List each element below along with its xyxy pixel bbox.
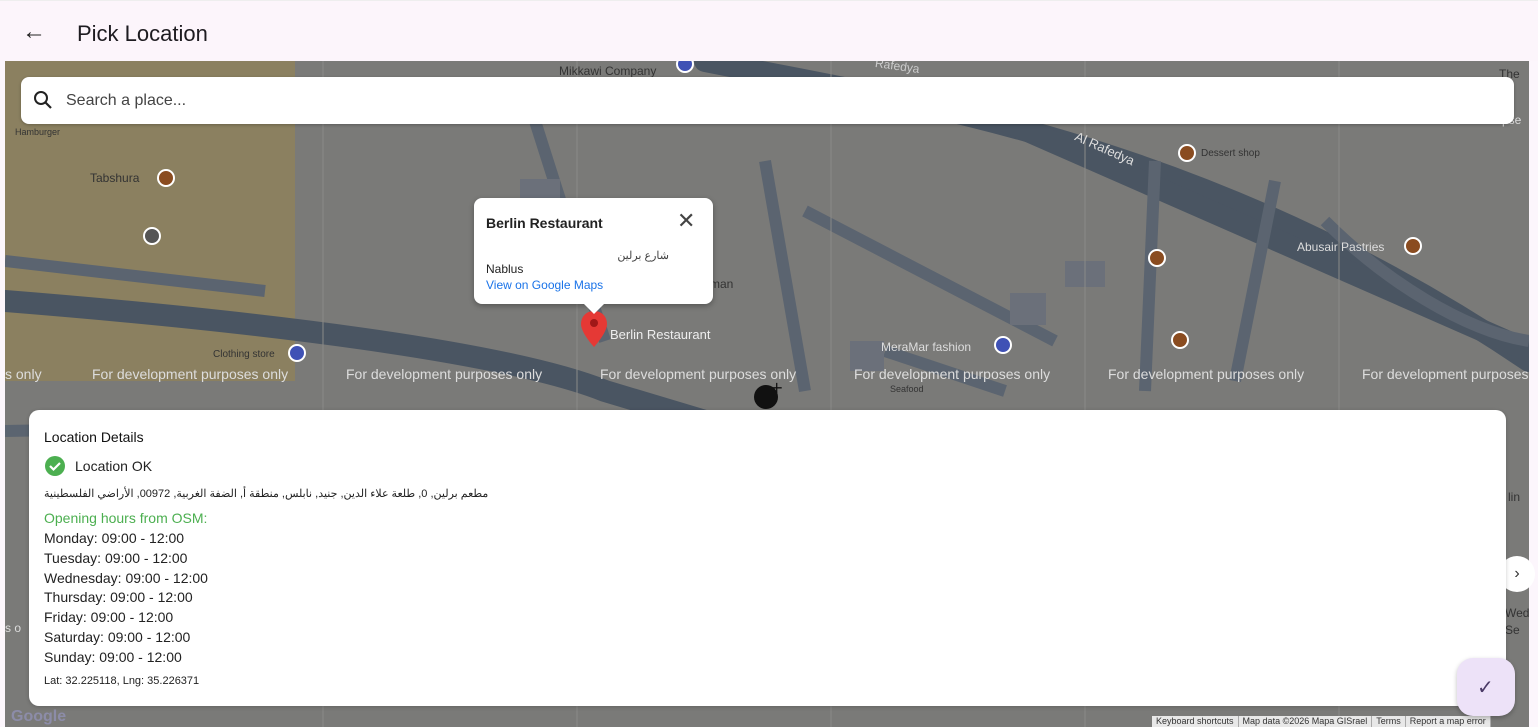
map-footer: Keyboard shortcuts Map data ©2026 Mapa G…: [1152, 716, 1491, 727]
map-label-clothing: Clothing store: [213, 349, 275, 360]
hours-saturday: Saturday: 09:00 - 12:00: [44, 628, 191, 645]
map-label-s-o: s o: [5, 621, 22, 635]
full-address: مطعم برلين, 0, طلعة علاء الدين, جنيد, نا…: [44, 488, 489, 500]
pastry-poi-icon[interactable]: [1404, 237, 1422, 255]
map-data-text: Map data ©2026 Mapa GISrael: [1239, 716, 1373, 727]
map-label-seafood: Seafood: [890, 384, 924, 394]
map-label-wed: Wed: [1505, 606, 1529, 620]
map-label-meramar: MeraMar fashion: [881, 340, 972, 354]
hours-thursday: Thursday: 09:00 - 12:00: [44, 589, 193, 606]
map-label-hamburger: Hamburger: [15, 127, 61, 137]
map-label-marker: Berlin Restaurant: [610, 327, 711, 342]
terms-link[interactable]: Terms: [1372, 716, 1406, 727]
map-label-se: Se: [1505, 623, 1520, 637]
check-icon: ✓: [1477, 677, 1494, 699]
map-label-tabshura: Tabshura: [90, 171, 140, 185]
opening-hours-title: Opening hours from OSM:: [44, 510, 208, 526]
location-details-panel: Location Details Location OK مطعم برلين,…: [29, 410, 1506, 706]
dev-watermark: s only: [5, 366, 42, 382]
info-address: شارع برلين: [617, 250, 669, 262]
map-label-dessert: Dessert shop: [1201, 148, 1260, 159]
shop-poi-icon[interactable]: [288, 344, 306, 362]
dev-watermark: For development purposes only: [92, 366, 289, 382]
back-arrow-icon[interactable]: ←: [22, 20, 46, 45]
search-input[interactable]: [64, 85, 1468, 117]
dessert-poi-icon[interactable]: [1178, 144, 1196, 162]
search-icon: [34, 91, 52, 109]
close-icon[interactable]: ✕: [677, 208, 695, 234]
opening-hours-list: Monday: 09:00 - 12:00 Tuesday: 09:00 - 1…: [44, 529, 208, 668]
location-pin-icon[interactable]: [581, 311, 607, 347]
keyboard-shortcuts-link[interactable]: Keyboard shortcuts: [1152, 716, 1239, 727]
view-on-google-maps-link[interactable]: View on Google Maps: [486, 278, 603, 292]
page-title: Pick Location: [77, 21, 208, 46]
confirm-button[interactable]: ✓: [1457, 658, 1515, 716]
dev-watermark: For development purposes only: [1108, 366, 1305, 382]
restaurant-poi-icon[interactable]: [157, 169, 175, 187]
map-label-lin: lin: [1508, 490, 1521, 504]
food-poi-icon[interactable]: [1171, 331, 1189, 349]
hours-wednesday: Wednesday: 09:00 - 12:00: [44, 569, 208, 586]
details-heading: Location Details: [44, 429, 144, 445]
map-label-mikkawi: Mikkawi Company: [559, 64, 657, 78]
dev-watermark: For development purposes only: [854, 366, 1051, 382]
hours-monday: Monday: 09:00 - 12:00: [44, 530, 185, 546]
hours-tuesday: Tuesday: 09:00 - 12:00: [44, 549, 188, 566]
add-place-icon[interactable]: +: [750, 379, 784, 411]
search-bar[interactable]: [21, 77, 1514, 124]
report-error-link[interactable]: Report a map error: [1406, 716, 1491, 727]
info-window: Berlin Restaurant ✕ شارع برلين Nablus Vi…: [474, 198, 713, 314]
google-logo: Google: [11, 708, 67, 725]
info-title: Berlin Restaurant: [486, 215, 603, 231]
map-label-abusair: Abusair Pastries: [1297, 240, 1385, 254]
app-bar: ← Pick Location: [0, 0, 1538, 61]
status-text: Location OK: [75, 458, 153, 474]
fashion-poi-icon[interactable]: [994, 336, 1012, 354]
dev-watermark: For development purposes only: [1362, 366, 1529, 382]
place-poi-icon[interactable]: [143, 227, 161, 245]
cafe-poi-icon[interactable]: [1148, 249, 1166, 267]
check-circle-icon: [45, 456, 65, 476]
dev-watermark: For development purposes only: [346, 366, 543, 382]
map-label-man: man: [710, 277, 734, 291]
coordinates: Lat: 32.225118, Lng: 35.226371: [44, 675, 200, 687]
info-city: Nablus: [486, 262, 524, 276]
dev-watermark: For development purposes only: [600, 366, 797, 382]
hours-friday: Friday: 09:00 - 12:00: [44, 609, 174, 626]
hours-sunday: Sunday: 09:00 - 12:00: [44, 648, 182, 665]
